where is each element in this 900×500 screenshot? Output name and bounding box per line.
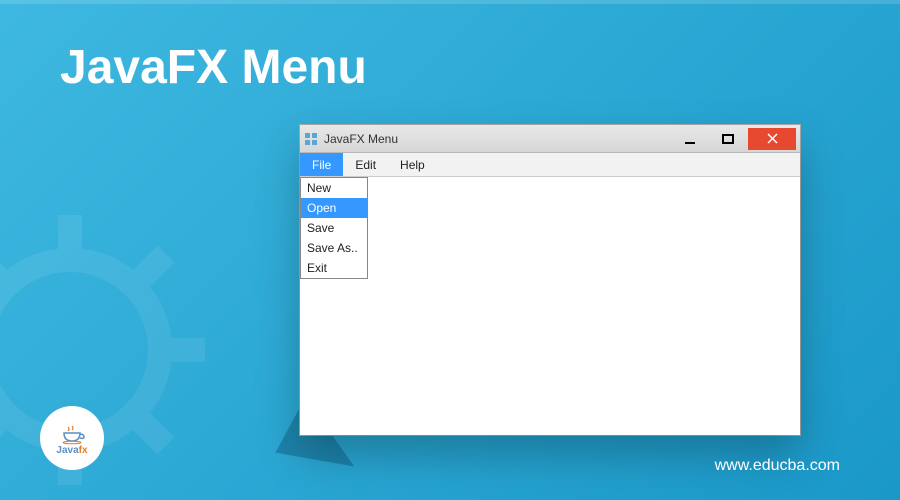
dropdown-item-save-as[interactable]: Save As.. bbox=[301, 238, 367, 258]
titlebar[interactable]: JavaFX Menu bbox=[300, 125, 800, 153]
javafx-logo: Javafx bbox=[40, 406, 104, 470]
content-area bbox=[300, 177, 800, 435]
background-gear-icon bbox=[0, 200, 220, 500]
window-controls bbox=[672, 128, 796, 150]
menubar: File Edit Help bbox=[300, 153, 800, 177]
maximize-button[interactable] bbox=[710, 128, 746, 150]
file-dropdown: New Open Save Save As.. Exit bbox=[300, 177, 368, 279]
minimize-button[interactable] bbox=[672, 128, 708, 150]
dropdown-item-exit[interactable]: Exit bbox=[301, 258, 367, 278]
menu-file[interactable]: File bbox=[300, 153, 343, 176]
app-icon bbox=[304, 132, 318, 146]
app-window: JavaFX Menu File Edit Help New Open Save… bbox=[300, 125, 800, 435]
close-button[interactable] bbox=[748, 128, 796, 150]
logo-text: Javafx bbox=[56, 445, 87, 456]
dropdown-item-new[interactable]: New bbox=[301, 178, 367, 198]
coffee-cup-icon bbox=[58, 425, 86, 445]
dropdown-item-save[interactable]: Save bbox=[301, 218, 367, 238]
menu-help[interactable]: Help bbox=[388, 153, 437, 176]
page-title: JavaFX Menu bbox=[60, 40, 367, 95]
dropdown-item-open[interactable]: Open bbox=[301, 198, 367, 218]
window-title: JavaFX Menu bbox=[324, 132, 672, 146]
menu-edit[interactable]: Edit bbox=[343, 153, 388, 176]
site-credit: www.educba.com bbox=[715, 457, 840, 475]
